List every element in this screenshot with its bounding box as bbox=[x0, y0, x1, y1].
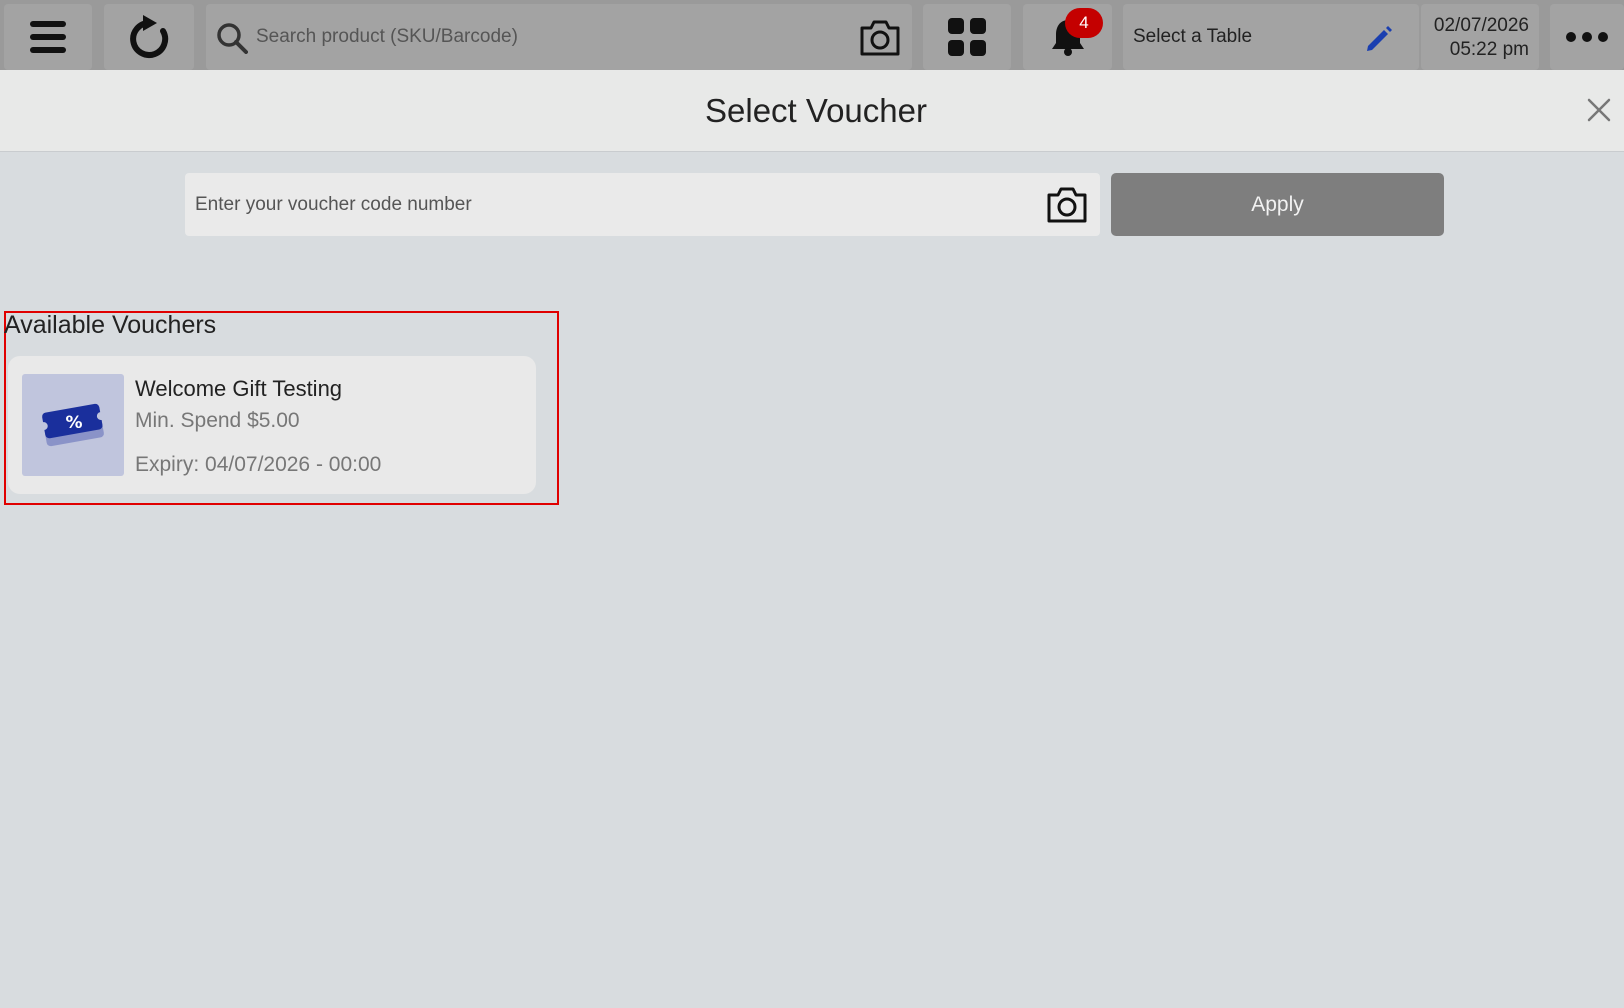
close-icon[interactable] bbox=[1585, 96, 1613, 124]
modal-title: Select Voucher bbox=[705, 92, 927, 129]
search-icon bbox=[217, 23, 248, 54]
datetime-display: 02/07/2026 05:22 pm bbox=[1421, 4, 1539, 70]
voucher-code-input[interactable]: Enter your voucher code number bbox=[185, 173, 1100, 236]
voucher-symbol: % bbox=[65, 413, 82, 433]
camera-icon[interactable] bbox=[858, 18, 902, 58]
voucher-thumbnail: % bbox=[22, 374, 124, 476]
more-button[interactable] bbox=[1550, 4, 1624, 70]
section-title: Available Vouchers bbox=[4, 311, 217, 339]
search-input[interactable]: Search product (SKU/Barcode) bbox=[206, 4, 912, 70]
voucher-name: Welcome Gift Testing bbox=[135, 376, 343, 401]
grid-icon bbox=[948, 18, 986, 56]
time-text: 05:22 pm bbox=[1449, 39, 1529, 60]
modal-header: Select Voucher bbox=[0, 70, 1624, 152]
select-table-button[interactable]: Select a Table bbox=[1123, 4, 1419, 70]
apply-button[interactable]: Apply bbox=[1111, 173, 1444, 236]
table-label: Select a Table bbox=[1133, 26, 1253, 47]
grid-button[interactable] bbox=[923, 4, 1011, 70]
menu-button[interactable] bbox=[4, 4, 92, 70]
notification-badge: 4 bbox=[1065, 8, 1103, 38]
voucher-card[interactable]: % Welcome Gift Testing Min. Spend $5.00 … bbox=[8, 356, 536, 494]
more-icon bbox=[1566, 32, 1608, 42]
voucher-expiry: Expiry: 04/07/2026 - 00:00 bbox=[135, 453, 382, 476]
voucher-code-placeholder: Enter your voucher code number bbox=[195, 194, 472, 215]
refresh-icon bbox=[130, 15, 169, 58]
pencil-icon[interactable] bbox=[1364, 24, 1394, 54]
refresh-button[interactable] bbox=[104, 4, 194, 70]
menu-icon bbox=[30, 21, 66, 53]
date-text: 02/07/2026 bbox=[1433, 15, 1529, 36]
voucher-min-spend: Min. Spend $5.00 bbox=[135, 409, 300, 432]
top-toolbar: Search product (SKU/Barcode) 4 Select a … bbox=[0, 0, 1624, 70]
voucher-camera-icon[interactable] bbox=[1045, 185, 1089, 225]
voucher-ticket-icon: % bbox=[39, 403, 105, 447]
search-placeholder: Search product (SKU/Barcode) bbox=[256, 26, 518, 47]
